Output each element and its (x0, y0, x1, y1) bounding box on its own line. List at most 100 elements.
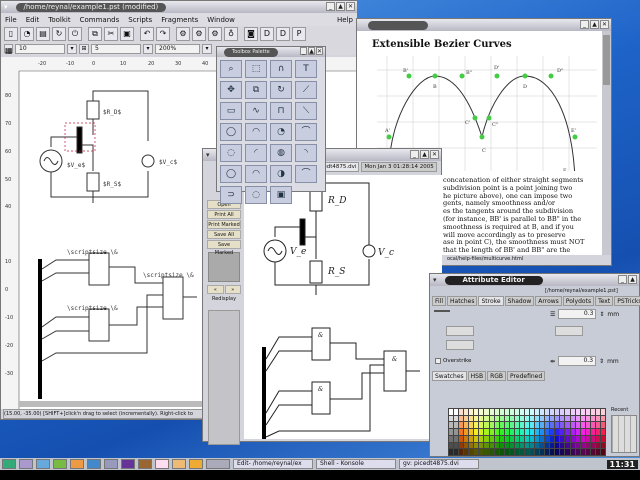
tool-button-icon[interactable]: ⊃ (220, 186, 242, 204)
launcher-icon[interactable] (36, 459, 50, 469)
color-swatch[interactable] (474, 409, 479, 415)
color-swatch[interactable] (509, 442, 514, 449)
grid-icon[interactable]: ▦ (4, 44, 13, 55)
color-swatch[interactable] (595, 442, 600, 449)
color-swatch[interactable] (494, 429, 499, 435)
color-swatch[interactable] (550, 415, 555, 422)
color-swatch[interactable] (489, 422, 494, 429)
tool-button-icon[interactable]: ◠ (245, 165, 267, 183)
tool-button-icon[interactable]: ◯ (220, 123, 242, 141)
color-swatch[interactable] (469, 435, 474, 442)
color-swatch[interactable] (545, 409, 550, 415)
reload-icon[interactable]: ↻ (52, 27, 66, 41)
launcher-icon[interactable] (70, 459, 84, 469)
color-swatch[interactable] (535, 415, 540, 422)
maximize-icon[interactable]: ▲ (420, 150, 429, 159)
color-swatch[interactable] (514, 435, 519, 442)
menu-help[interactable]: Help (337, 16, 353, 24)
tool-button-icon[interactable]: ◍ (270, 144, 292, 162)
tool-button-icon[interactable]: ▣ (270, 186, 292, 204)
color-swatch[interactable] (545, 422, 550, 429)
color-swatch[interactable] (575, 435, 580, 442)
task-shell[interactable]: Shell - Konsole (316, 459, 396, 469)
tab-shadow[interactable]: Shadow (504, 296, 535, 306)
color-swatch[interactable] (494, 415, 499, 422)
tool-button-icon[interactable]: ⌒ (295, 123, 317, 141)
save-marked-button[interactable]: Save Marked (207, 240, 241, 256)
color-swatch[interactable] (560, 435, 565, 442)
color-swatch[interactable] (530, 422, 535, 429)
color-swatch[interactable] (514, 429, 519, 435)
color-swatch[interactable] (504, 435, 509, 442)
color-swatch[interactable] (560, 409, 565, 415)
close-icon[interactable]: ✕ (316, 47, 323, 55)
color-swatch[interactable] (454, 442, 459, 449)
color-swatch[interactable] (555, 429, 560, 435)
color-swatch[interactable] (514, 415, 519, 422)
color-swatch[interactable] (524, 429, 530, 435)
color-swatch[interactable] (575, 449, 580, 455)
tab-text[interactable]: Text (595, 296, 614, 306)
color-swatch[interactable] (575, 415, 580, 422)
color-swatch[interactable] (575, 429, 580, 435)
launcher-icon[interactable] (138, 459, 152, 469)
zoom-dropdown-icon[interactable]: ▾ (202, 43, 212, 54)
color-swatch[interactable] (595, 415, 600, 422)
launcher-icon[interactable] (53, 459, 67, 469)
color-swatch[interactable] (535, 409, 540, 415)
color-swatch[interactable] (484, 449, 489, 455)
launcher-icon[interactable] (19, 459, 33, 469)
color-swatch[interactable] (560, 422, 565, 429)
color-swatch[interactable] (550, 442, 555, 449)
redisplay-button[interactable]: Redisplay (205, 296, 243, 302)
color-swatch[interactable] (530, 429, 535, 435)
color-swatch[interactable] (555, 409, 560, 415)
viewer-canvas[interactable]: R_D V_e V_c R_S & & & (244, 175, 442, 439)
label-vc[interactable]: $V_c$ (159, 159, 177, 166)
tool-button-icon[interactable]: ∩ (270, 60, 292, 78)
color-swatch[interactable] (494, 422, 499, 429)
color-swatch[interactable] (449, 422, 454, 429)
gear-icon[interactable]: ⚙ (208, 27, 222, 41)
color-swatch[interactable] (540, 449, 545, 455)
color-swatch[interactable] (595, 409, 600, 415)
menu-commands[interactable]: Commands (80, 16, 120, 24)
main-title-bar[interactable]: ▾ /home/reynal/example1.pst (modified) _ ▲… (1, 1, 357, 13)
color-swatch[interactable] (464, 442, 469, 449)
color-swatch[interactable] (535, 429, 540, 435)
color-swatch[interactable] (565, 429, 570, 435)
color-swatch[interactable] (535, 442, 540, 449)
menu-fragments[interactable]: Fragments (161, 16, 198, 24)
color-swatch[interactable] (469, 415, 474, 422)
page-list[interactable] (208, 310, 240, 445)
color-swatch[interactable] (514, 422, 519, 429)
color-swatch[interactable] (484, 422, 489, 429)
color-swatch[interactable] (459, 435, 464, 442)
color-swatch[interactable] (600, 409, 605, 415)
recent-swatches[interactable] (611, 415, 637, 453)
color-swatch[interactable] (530, 449, 535, 455)
desktop-pager[interactable] (206, 459, 230, 469)
color-swatch[interactable] (595, 435, 600, 442)
paste-icon[interactable]: ▣ (120, 27, 134, 41)
color-swatch[interactable] (580, 409, 585, 415)
color-swatch[interactable] (464, 449, 469, 455)
color-swatch[interactable] (555, 449, 560, 455)
color-swatch[interactable] (499, 429, 504, 435)
tool-button-icon[interactable]: ↻ (270, 81, 292, 99)
color-swatch[interactable] (509, 449, 514, 455)
color-swatch[interactable] (555, 422, 560, 429)
color-swatch[interactable] (499, 435, 504, 442)
color-swatch[interactable] (570, 409, 575, 415)
color-swatch[interactable] (570, 429, 575, 435)
color-swatch[interactable] (459, 442, 464, 449)
tool-button-icon[interactable]: ⌕ (220, 60, 242, 78)
color-swatch[interactable] (530, 442, 535, 449)
color-swatch[interactable] (585, 435, 590, 442)
color-swatch[interactable] (479, 442, 484, 449)
tool-button-icon[interactable]: ◌ (245, 186, 267, 204)
color-swatch[interactable] (519, 415, 524, 422)
color-swatch[interactable] (524, 435, 530, 442)
color-swatch[interactable] (454, 415, 459, 422)
color-swatch[interactable] (459, 409, 464, 415)
